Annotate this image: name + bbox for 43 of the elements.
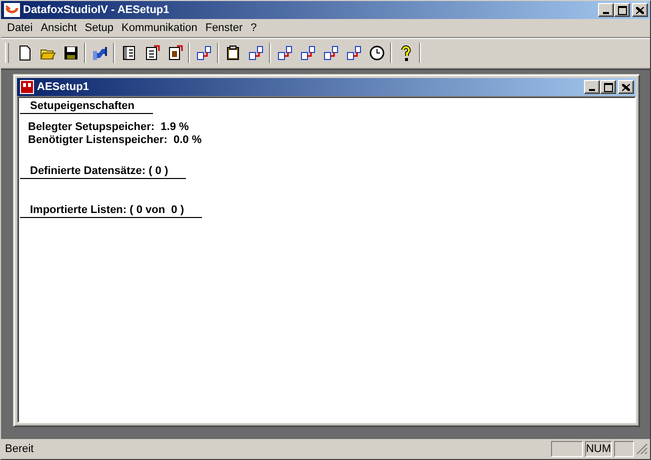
- close-button[interactable]: [618, 80, 634, 94]
- status-panel: [551, 441, 583, 457]
- section-heading: Importierte Listen: ( 0 von 0 ): [20, 204, 202, 218]
- document-title: AESetup1: [37, 81, 89, 93]
- close-icon: [636, 6, 644, 14]
- document-icon: [120, 45, 136, 61]
- close-button[interactable]: [632, 3, 648, 17]
- document-icon: [166, 45, 182, 61]
- info-line: Belegter Setupspeicher: 1.9 %: [28, 121, 190, 134]
- blank-page-icon: [16, 45, 32, 61]
- document-app-icon: [20, 80, 34, 94]
- maximize-button[interactable]: [614, 3, 630, 17]
- clock-icon: [368, 45, 384, 61]
- transfer-icon: [346, 45, 362, 61]
- transfer-icon: [276, 45, 292, 61]
- window-title: DatafoxStudioIV - AESetup1: [23, 4, 170, 16]
- menu-item[interactable]: ?: [246, 22, 261, 34]
- clipboard-icon: [224, 45, 240, 61]
- maximize-icon: [604, 82, 612, 92]
- app-logo-icon: [4, 3, 20, 17]
- maximize-icon: [618, 6, 626, 14]
- section-heading: Definierte Datensätze: ( 0 ): [20, 165, 186, 179]
- resize-grip-icon: [636, 443, 648, 455]
- transfer-icon: [248, 45, 264, 61]
- menu-item[interactable]: Setup: [80, 22, 118, 34]
- document-icon: [144, 45, 160, 61]
- minimize-button[interactable]: [598, 3, 614, 17]
- close-icon: [622, 84, 630, 90]
- info-line: Benötigter Listenspeicher: 0.0 %: [28, 134, 202, 147]
- status-panel: [614, 441, 634, 457]
- menu-item[interactable]: Kommunikation: [118, 22, 202, 34]
- num-lock-indicator: NUM: [585, 441, 612, 457]
- transfer-icon: [300, 45, 316, 61]
- section-heading: Setupeigenschaften: [20, 100, 153, 114]
- cable-icon: [92, 45, 108, 61]
- maximize-button[interactable]: [600, 80, 616, 94]
- menu-item[interactable]: Fenster: [201, 22, 247, 34]
- menu-item[interactable]: Ansicht: [36, 22, 81, 34]
- transfer-icon: [322, 45, 338, 61]
- status-text: Bereit: [4, 443, 35, 455]
- menu-item[interactable]: Datei: [3, 22, 37, 34]
- minimize-button[interactable]: [584, 80, 600, 94]
- transfer-icon: [196, 45, 212, 61]
